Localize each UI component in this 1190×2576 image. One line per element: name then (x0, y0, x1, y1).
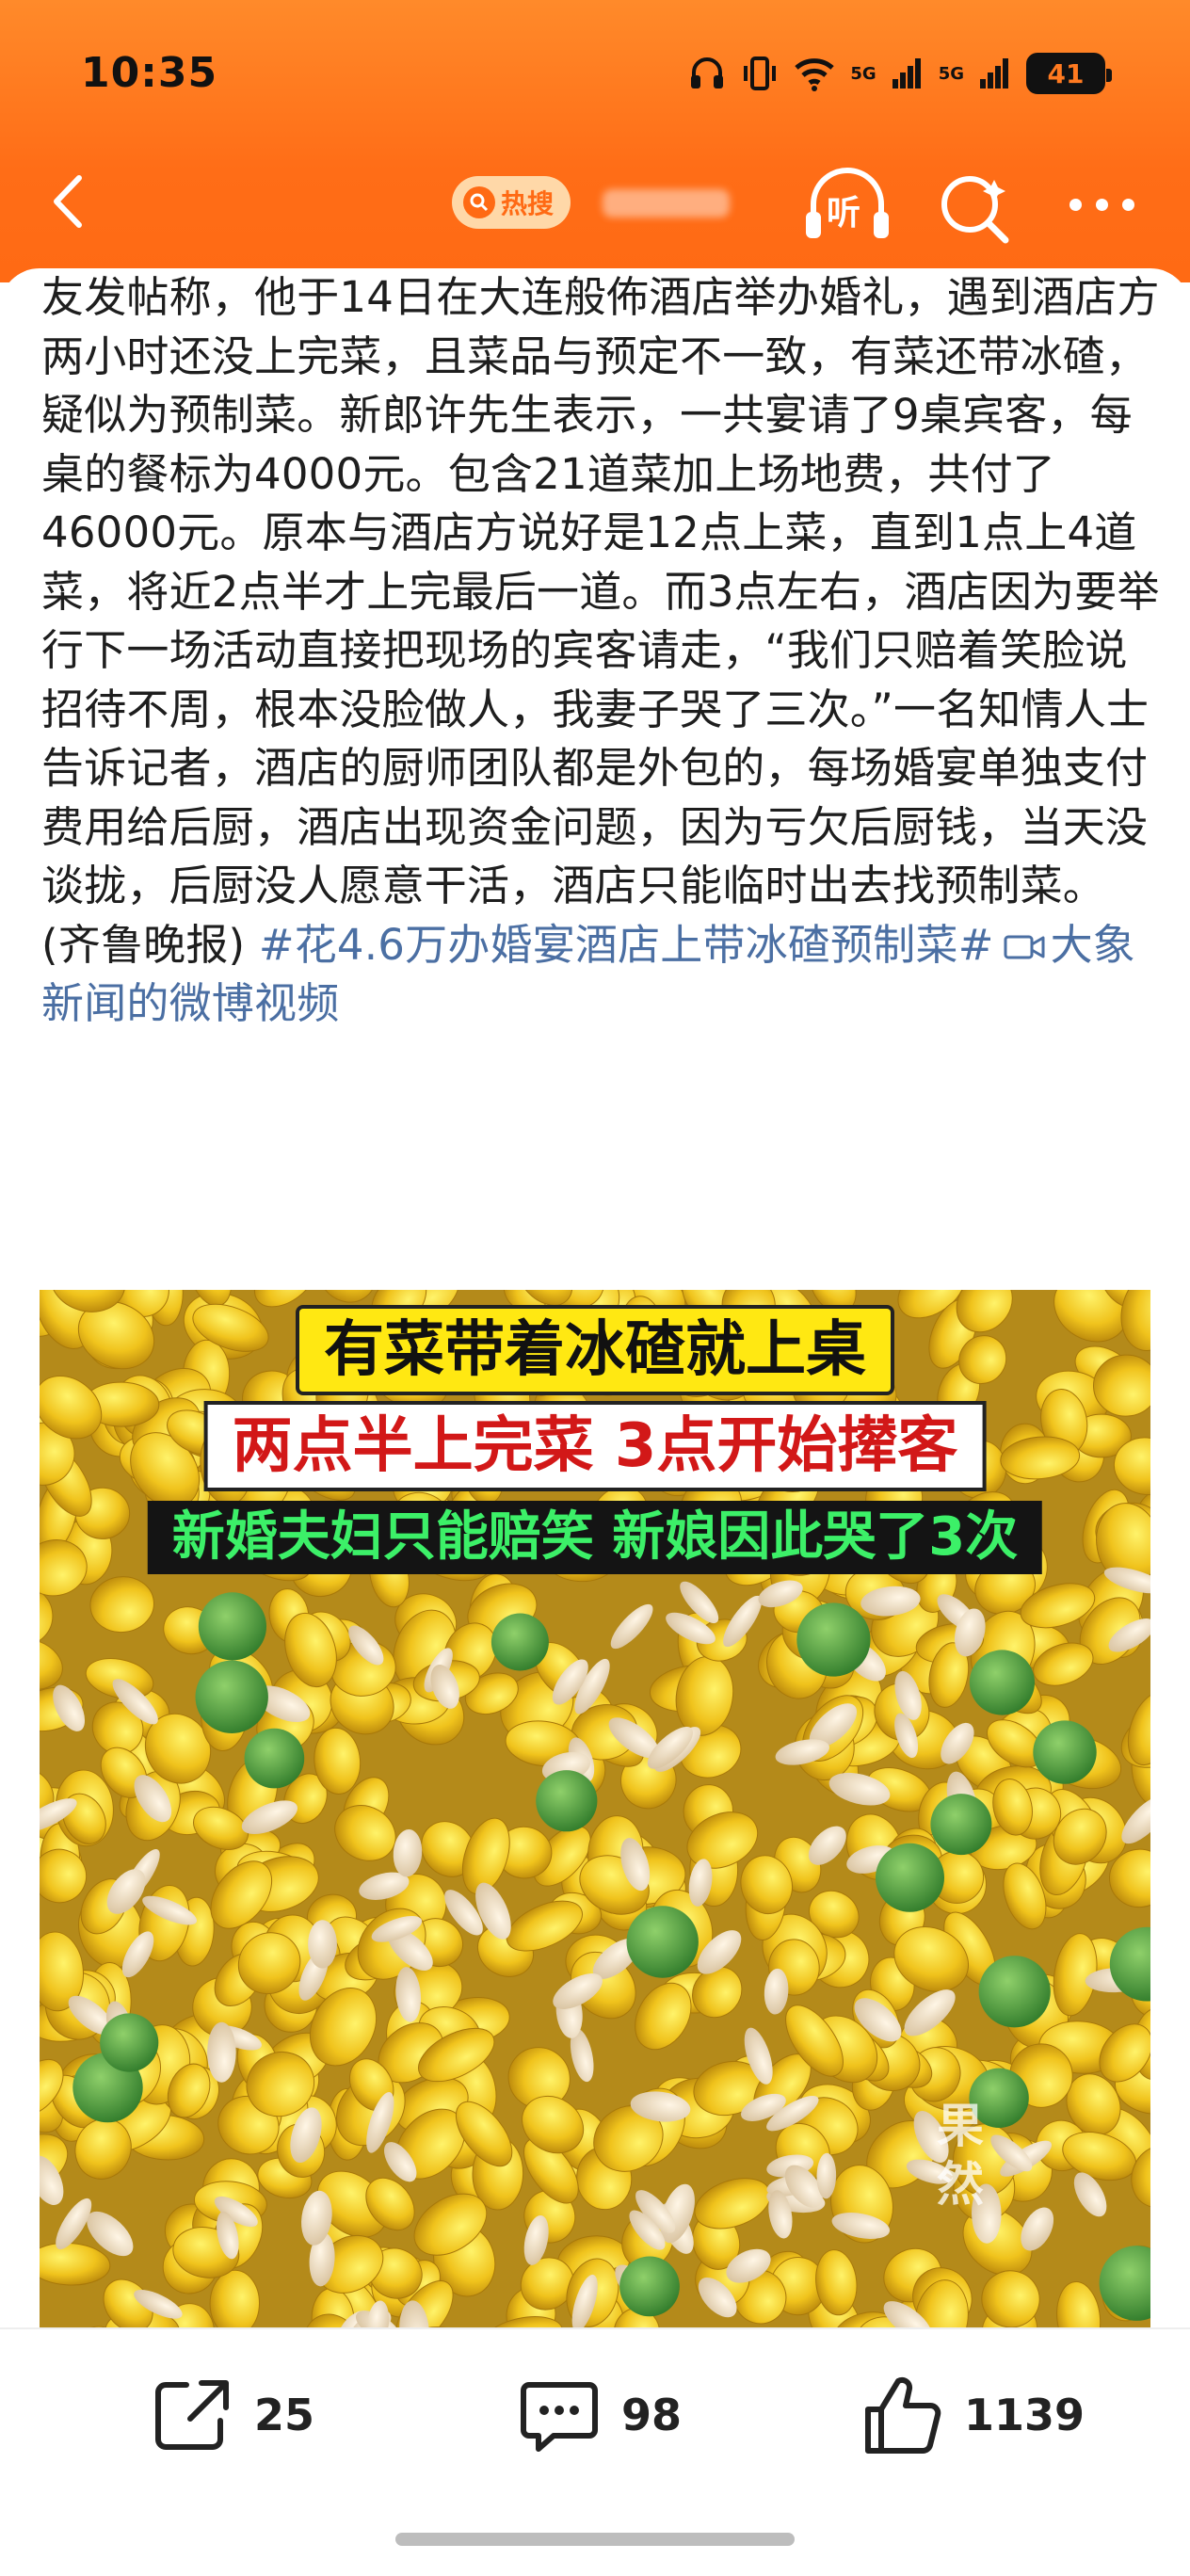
post-content: 友发帖称，他于14日在大连般佈酒店举办婚礼，遇到酒店方两小时还没上完菜，且菜品与… (0, 268, 1190, 2340)
battery-level: 41 (1047, 57, 1085, 89)
pine-nut (207, 2021, 236, 2083)
comment-button[interactable]: 98 (516, 2373, 682, 2457)
image-caption-2: 两点半上完菜 3点开始撵客 (207, 1405, 983, 1488)
green-pea (244, 1728, 305, 1789)
post-body-text: 友发帖称，他于14日在大连般佈酒店举办婚礼，遇到酒店方两小时还没上完菜，且菜品与… (41, 268, 1162, 1034)
post-image[interactable]: 有菜带着冰碴就上桌 两点半上完菜 3点开始撵客 新婚夫妇只能赔笑 新娘因此哭了3… (40, 1290, 1150, 2340)
green-pea (195, 1660, 268, 1733)
hashtag-link[interactable]: #花4.6万办婚宴酒店上带冰碴预制菜# (259, 920, 994, 970)
green-pea (876, 1843, 944, 1912)
signal-icon (892, 58, 921, 89)
green-pea (619, 2256, 680, 2317)
hot-search-badge[interactable]: 热搜 (452, 176, 571, 229)
vibrate-icon (744, 56, 777, 90)
header: 10:35 5G 5G 41 热搜 听 (0, 0, 1190, 282)
image-caption-1: 有菜带着冰碴就上桌 (299, 1309, 891, 1392)
post-body: 友发帖称，他于14日在大连般佈酒店举办婚礼，遇到酒店方两小时还没上完菜，且菜品与… (41, 272, 1160, 970)
image-caption-3: 新婚夫妇只能赔笑 新娘因此哭了3次 (147, 1501, 1043, 1574)
green-pea (969, 1650, 1035, 1715)
like-button[interactable]: 1139 (859, 2373, 1085, 2457)
network-label-1: 5G (850, 63, 876, 84)
search-icon[interactable] (932, 167, 1017, 251)
green-pea (626, 1906, 699, 1978)
share-count: 25 (254, 2390, 315, 2440)
green-pea (796, 1602, 871, 1677)
headphones-icon (691, 57, 724, 89)
action-bar: 25 98 1139 (0, 2327, 1190, 2506)
comment-icon (521, 2382, 598, 2452)
green-pea (100, 2013, 159, 2072)
home-indicator[interactable] (395, 2533, 795, 2546)
image-watermark: 果然 (929, 2101, 984, 2217)
green-pea (536, 1770, 598, 1832)
comment-count: 98 (621, 2390, 683, 2440)
green-pea (978, 1956, 1051, 2028)
video-icon (1004, 935, 1045, 958)
battery-icon: 41 (1026, 53, 1112, 94)
green-pea (930, 1794, 992, 1856)
status-time: 10:35 (81, 49, 218, 97)
green-pea (198, 1592, 266, 1661)
chevron-left-icon[interactable] (38, 169, 104, 234)
thumbs-up-icon (865, 2376, 941, 2454)
pine-nut (308, 1920, 337, 1969)
share-icon (155, 2380, 229, 2450)
more-dots-icon[interactable] (1054, 165, 1149, 240)
hot-search-label: 热搜 (501, 188, 555, 219)
listen-label: 听 (827, 194, 861, 233)
blurred-title (603, 189, 730, 217)
wifi-icon (795, 58, 835, 91)
status-bar: 10:35 5G 5G 41 (0, 38, 1190, 113)
green-pea (490, 1613, 549, 1671)
signal-icon (980, 58, 1008, 89)
network-label-2: 5G (938, 63, 964, 84)
share-button[interactable]: 25 (149, 2373, 314, 2457)
green-pea (1033, 1720, 1097, 1784)
listen-button[interactable]: 听 (800, 163, 894, 248)
search-icon (463, 186, 495, 218)
nav-bar: 热搜 听 (0, 155, 1190, 250)
status-icons: 5G 5G 41 (688, 53, 1112, 94)
like-count: 1139 (964, 2390, 1085, 2440)
